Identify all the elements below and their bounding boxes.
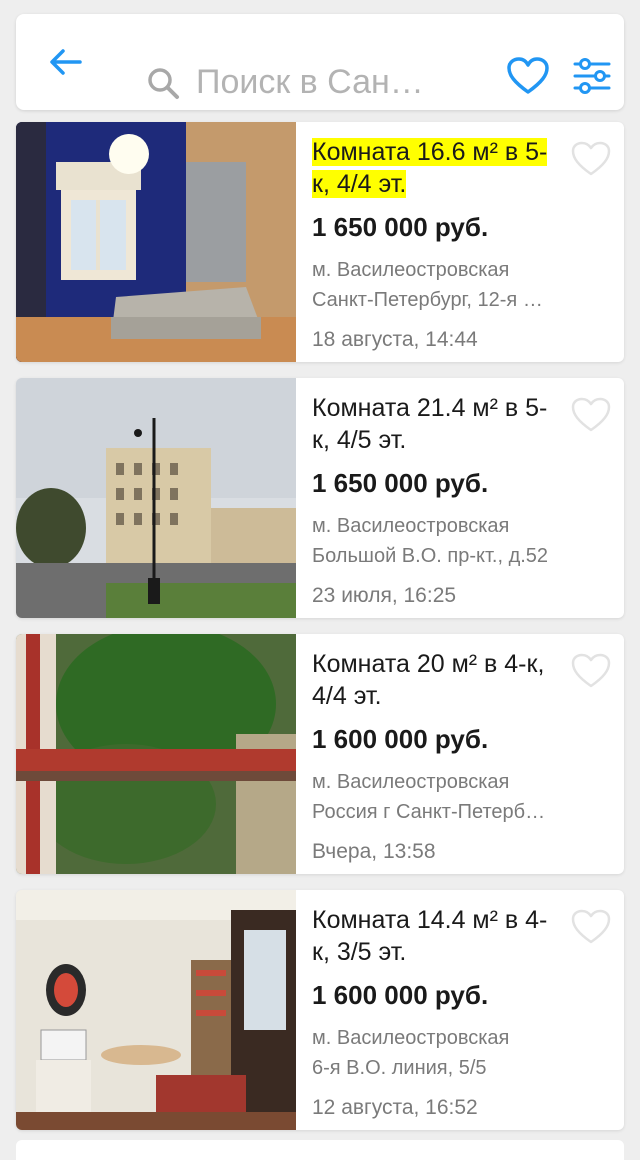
favorite-heart-icon[interactable] [570, 908, 612, 946]
listing-address: Санкт-Петербург, 12-я … [312, 289, 543, 311]
next-card-edge [16, 1140, 624, 1160]
search-input[interactable]: Поиск в Сан… [196, 60, 476, 104]
listing-card[interactable]: Комната 20 м² в 4-к, 4/4 эт. 1 600 000 р… [16, 634, 624, 874]
listing-title: Комната 21.4 м² в 5-к, 4/5 эт. [312, 394, 548, 454]
favorite-heart-icon[interactable] [570, 140, 612, 178]
favorite-heart-icon[interactable] [570, 396, 612, 434]
favorite-heart-icon[interactable] [570, 652, 612, 690]
listing-photo [16, 378, 296, 618]
listing-metro: м. Василеостровская [312, 515, 510, 537]
top-bar: Поиск в Сан… [16, 14, 624, 110]
listing-price: 1 600 000 руб. [312, 724, 489, 754]
listing-address: Большой В.О. пр-кт., д.52 [312, 545, 549, 567]
listing-card[interactable]: Комната 16.6 м² в 5-к, 4/4 эт. 1 650 000… [16, 122, 624, 362]
listing-photo [16, 634, 296, 874]
back-arrow-icon[interactable] [46, 42, 86, 82]
favorites-heart-icon[interactable] [506, 56, 550, 96]
listing-photo [16, 122, 296, 362]
listing-date: 23 июля, 16:25 [312, 584, 457, 607]
listing-address: 6-я В.О. линия, 5/5 [312, 1057, 487, 1079]
listing-metro: м. Василеостровская [312, 259, 510, 281]
listing-title: Комната 16.6 м² в 5-к, 4/4 эт. [312, 138, 548, 198]
listing-metro: м. Василеостровская [312, 1027, 510, 1049]
listing-address: Россия г Санкт-Петерб… [312, 801, 546, 823]
listing-card[interactable]: Комната 21.4 м² в 5-к, 4/5 эт. 1 650 000… [16, 378, 624, 618]
listing-price: 1 600 000 руб. [312, 980, 489, 1010]
listing-title: Комната 20 м² в 4-к, 4/4 эт. [312, 650, 545, 710]
listing-photo [16, 890, 296, 1130]
listing-card[interactable]: Комната 14.4 м² в 4-к, 3/5 эт. 1 600 000… [16, 890, 624, 1130]
listing-title: Комната 14.4 м² в 4-к, 3/5 эт. [312, 906, 548, 966]
listing-date: 18 августа, 14:44 [312, 328, 478, 351]
filter-sliders-icon[interactable] [572, 56, 612, 96]
listing-date: Вчера, 13:58 [312, 840, 436, 863]
listing-price: 1 650 000 руб. [312, 468, 489, 498]
search-icon [148, 68, 179, 99]
listing-price: 1 650 000 руб. [312, 212, 489, 242]
listing-date: 12 августа, 16:52 [312, 1096, 478, 1119]
listing-metro: м. Василеостровская [312, 771, 510, 793]
